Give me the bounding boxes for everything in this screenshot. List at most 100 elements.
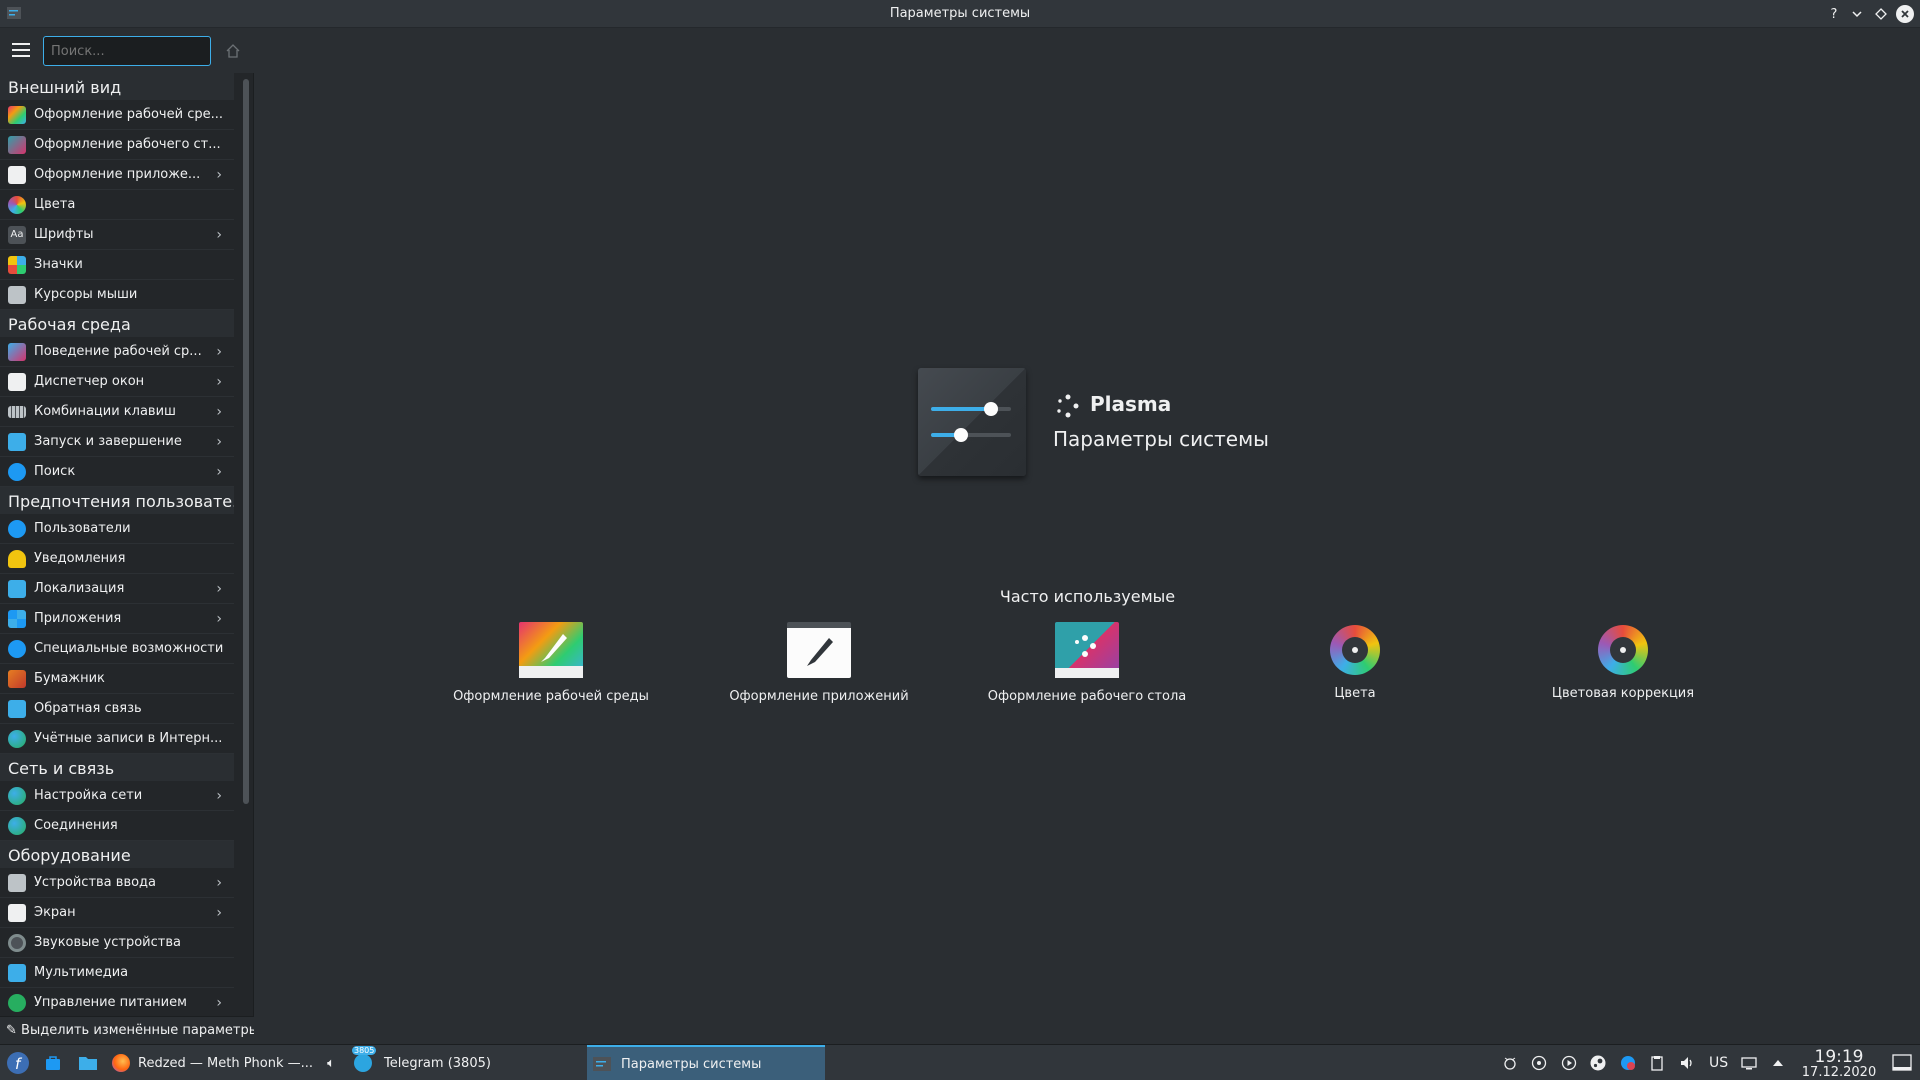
chevron-right-icon: ›: [216, 167, 222, 183]
sidebar-item-application-style[interactable]: Оформление приложе... ›: [0, 160, 234, 190]
hero-subtitle: Параметры системы: [1053, 427, 1269, 451]
frequent-item-application-style[interactable]: Оформление приложений: [709, 622, 929, 704]
sidebar-item-workspace-behavior[interactable]: Поведение рабочей ср... ›: [0, 337, 234, 367]
window-manager-icon: [8, 372, 26, 391]
steam-icon[interactable]: [1590, 1055, 1606, 1071]
colors-icon: [1330, 625, 1380, 675]
chevron-right-icon: ›: [216, 581, 222, 597]
chevron-right-icon: ›: [216, 611, 222, 627]
sidebar-item-accessibility[interactable]: Специальные возможности: [0, 634, 234, 664]
clipboard-icon[interactable]: [1649, 1055, 1665, 1071]
sidebar-scrollbar[interactable]: [243, 79, 249, 804]
sidebar-item-feedback[interactable]: Обратная связь: [0, 694, 234, 724]
sidebar-item-applications[interactable]: Приложения ›: [0, 604, 234, 634]
sidebar-item-display[interactable]: Экран ›: [0, 898, 234, 928]
task-firefox[interactable]: Redzed — Meth Phonk —... 🔈︎: [108, 1045, 348, 1080]
frequent-item-global-theme[interactable]: Оформление рабочей среды: [441, 622, 661, 704]
users-icon: [8, 519, 26, 538]
sidebar-item-global-theme[interactable]: Оформление рабочей сре...: [0, 100, 234, 130]
sidebar-item-power-management[interactable]: Управление питанием ›: [0, 988, 234, 1018]
clock-time[interactable]: 19:19: [1795, 1047, 1883, 1067]
sidebar-item-audio-devices[interactable]: Звуковые устройства: [0, 928, 234, 958]
colors-icon: [8, 195, 26, 214]
media-player-icon[interactable]: [1561, 1055, 1577, 1071]
search-input[interactable]: [43, 36, 211, 66]
application-launcher[interactable]: f: [4, 1045, 32, 1080]
sidebar-item-plasma-style[interactable]: Оформление рабочего ст...: [0, 130, 234, 160]
frequent-item-label: Оформление рабочей среды: [453, 689, 649, 704]
home-icon[interactable]: [224, 42, 242, 60]
frequent-item-colors[interactable]: Цвета: [1245, 622, 1465, 701]
frequent-item-label: Цветовая коррекция: [1551, 686, 1695, 701]
display-icon: [8, 903, 26, 922]
sidebar-item-connections[interactable]: Соединения: [0, 811, 234, 841]
sidebar-item-notifications[interactable]: Уведомления: [0, 544, 234, 574]
keyboard-layout-indicator[interactable]: US: [1709, 1045, 1731, 1080]
sidebar-item-window-manager[interactable]: Диспетчер окон ›: [0, 367, 234, 397]
hamburger-menu-icon[interactable]: [12, 43, 30, 57]
kde-connect-icon[interactable]: [1502, 1055, 1518, 1071]
online-accounts-icon: [8, 729, 26, 748]
color-correction-icon: [1598, 625, 1648, 675]
sidebar-item-icons[interactable]: Значки: [0, 250, 234, 280]
task-telegram[interactable]: 3805 Telegram (3805): [350, 1045, 580, 1080]
taskbar: f Redzed — Meth Phonk —... 🔈︎ 3805 Teleg…: [0, 1044, 1920, 1080]
sidebar-item-shortcuts[interactable]: Комбинации клавиш ›: [0, 397, 234, 427]
help-icon[interactable]: ?: [1824, 4, 1844, 24]
localization-icon: [8, 579, 26, 598]
frequent-item-plasma-style[interactable]: Оформление рабочего стола: [977, 622, 1197, 704]
sidebar-item-wallet[interactable]: Бумажник: [0, 664, 234, 694]
plasma-brand-label: Plasma: [1090, 392, 1172, 416]
network-settings-icon: [8, 786, 26, 805]
sidebar-item-fonts[interactable]: Aa Шрифты ›: [0, 220, 234, 250]
main-content: Plasma Параметры системы Часто используе…: [255, 29, 1920, 1044]
frequent-item-label: Оформление рабочего стола: [987, 689, 1187, 704]
sidebar-group-header: Сеть и связь: [0, 754, 234, 781]
network-icon[interactable]: [1741, 1055, 1757, 1071]
wallet-icon: [8, 669, 26, 688]
clock-date[interactable]: 17.12.2020: [1795, 1065, 1883, 1080]
sidebar-item-online-accounts[interactable]: Учётные записи в Интерн...: [0, 724, 234, 754]
connections-icon: [8, 816, 26, 835]
power-management-icon: [8, 993, 26, 1012]
show-desktop-icon[interactable]: [1892, 1053, 1912, 1073]
task-label: Telegram (3805): [384, 1055, 491, 1071]
maximize-icon[interactable]: [1871, 4, 1891, 24]
minimize-icon[interactable]: [1847, 4, 1867, 24]
task-system-settings[interactable]: Параметры системы: [587, 1045, 825, 1080]
highlight-changed-settings-button[interactable]: ✎ Выделить изменённые параметры: [0, 1016, 254, 1044]
sidebar-item-localization[interactable]: Локализация ›: [0, 574, 234, 604]
startup-icon: [8, 432, 26, 451]
sidebar-item-search[interactable]: Поиск ›: [0, 457, 234, 487]
notification-badge-icon[interactable]: [1620, 1055, 1636, 1071]
sidebar-item-input-devices[interactable]: Устройства ввода ›: [0, 868, 234, 898]
task-label: Параметры системы: [621, 1056, 762, 1072]
discover-launcher[interactable]: [44, 1045, 66, 1080]
chevron-right-icon: ›: [216, 404, 222, 420]
sidebar-item-cursors[interactable]: Курсоры мыши: [0, 280, 234, 310]
feedback-icon: [8, 699, 26, 718]
multimedia-icon: [8, 963, 26, 982]
close-icon[interactable]: [1896, 5, 1914, 23]
volume-icon[interactable]: [1679, 1055, 1695, 1071]
window-titlebar[interactable]: Параметры системы ?: [0, 0, 1920, 28]
chevron-right-icon: ›: [216, 464, 222, 480]
sidebar-item-multimedia[interactable]: Мультимедиа: [0, 958, 234, 988]
window-title: Параметры системы: [889, 6, 1031, 21]
sidebar-toolbar: [0, 29, 254, 73]
chevron-up-icon[interactable]: [1770, 1055, 1786, 1071]
sidebar-item-startup[interactable]: Запуск и завершение ›: [0, 427, 234, 457]
telegram-badge: 3805: [352, 1046, 377, 1055]
input-devices-icon: [8, 873, 26, 892]
frequent-item-color-correction[interactable]: Цветовая коррекция: [1513, 622, 1733, 701]
plasma-style-icon: [8, 135, 26, 154]
frequently-used-title: Часто используемые: [999, 587, 1176, 606]
sidebar-item-network-settings[interactable]: Настройка сети ›: [0, 781, 234, 811]
pencil-icon: ✎: [6, 1023, 17, 1038]
sidebar-item-users[interactable]: Пользователи: [0, 514, 234, 544]
sidebar-item-colors[interactable]: Цвета: [0, 190, 234, 220]
file-manager-launcher[interactable]: [78, 1045, 100, 1080]
audio-devices-icon: [8, 933, 26, 952]
frequent-item-label: Цвета: [1334, 686, 1376, 701]
clipboard-steam-icon[interactable]: [1531, 1055, 1547, 1071]
